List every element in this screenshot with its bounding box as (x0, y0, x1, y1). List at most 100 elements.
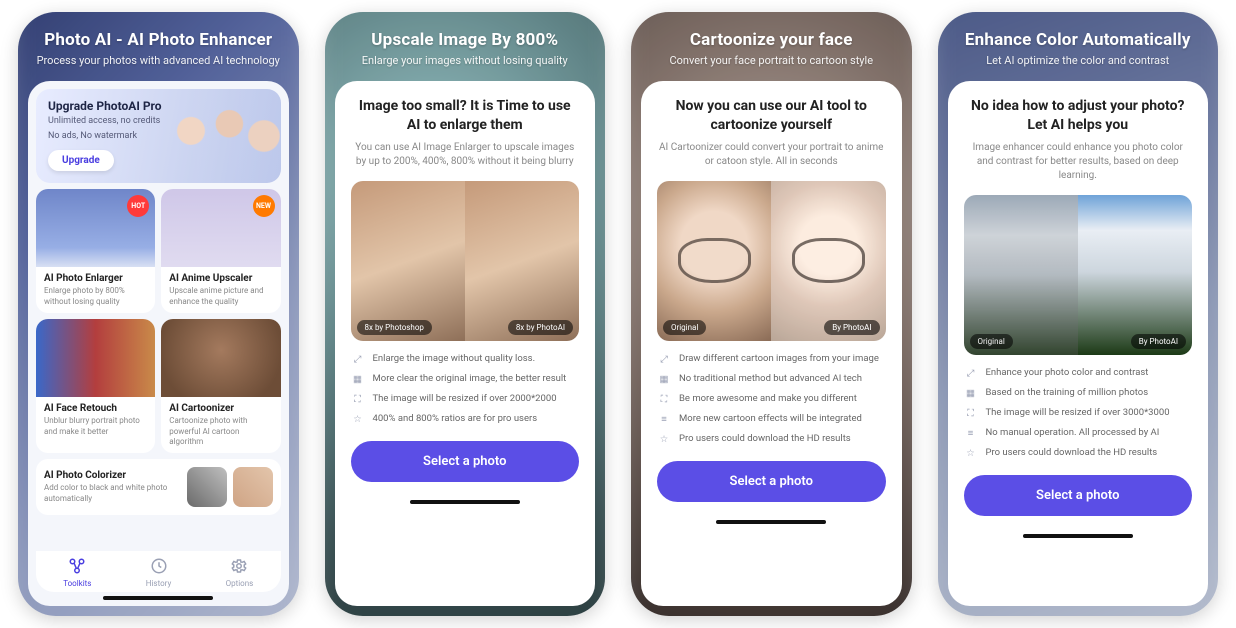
comparison-image: 8x by Photoshop 8x by PhotoAI (351, 181, 580, 341)
screenshot-2: Upscale Image By 800% Enlarge your image… (325, 12, 606, 616)
image-icon: ▦ (657, 373, 671, 387)
tab-history[interactable]: History (146, 557, 171, 588)
resize-icon: ⛶ (657, 393, 671, 407)
expand-icon: ⤢ (657, 353, 671, 367)
hero-header: Photo AI - AI Photo Enhancer Process you… (18, 12, 299, 81)
star-icon: ☆ (351, 413, 365, 427)
hero-subtitle: Convert your face portrait to cartoon st… (649, 54, 894, 67)
feature-cards-grid: HOT AI Photo Enlarger Enlarge photo by 8… (36, 189, 281, 453)
tab-toolkits[interactable]: Toolkits (63, 557, 91, 588)
card-sub: Cartoonize photo with powerful AI cartoo… (161, 416, 280, 447)
resize-icon: ⛶ (351, 393, 365, 407)
bullet-item: ☆Pro users could download the HD results (657, 433, 886, 447)
card-sub: Upscale anime picture and enhance the qu… (161, 286, 280, 307)
home-indicator (1023, 534, 1133, 538)
hero-title: Upscale Image By 800% (343, 30, 588, 50)
hero-header: Upscale Image By 800% Enlarge your image… (325, 12, 606, 81)
hero-subtitle: Let AI optimize the color and contrast (956, 54, 1201, 67)
app-screenshot-gallery: Photo AI - AI Photo Enhancer Process you… (0, 0, 1236, 628)
promo-people-image (159, 89, 280, 183)
card-thumb (36, 319, 155, 397)
star-icon: ☆ (657, 433, 671, 447)
upgrade-button[interactable]: Upgrade (48, 150, 114, 171)
card-face-retouch[interactable]: AI Face Retouch Unblur blurry portrait p… (36, 319, 155, 453)
bullet-item: ▦No traditional method but advanced AI t… (657, 373, 886, 387)
screen-body: Image too small? It is Time to use AI to… (335, 81, 596, 606)
feature-sub: You can use AI Image Enlarger to upscale… (351, 141, 580, 169)
compare-right-label: By PhotoAI (824, 320, 879, 335)
card-cartoonizer[interactable]: AI Cartoonizer Cartoonize photo with pow… (161, 319, 280, 453)
image-icon: ▦ (351, 373, 365, 387)
select-photo-button[interactable]: Select a photo (351, 441, 580, 482)
compare-right: 8x by PhotoAI (465, 181, 579, 341)
screenshot-4: Enhance Color Automatically Let AI optim… (938, 12, 1219, 616)
bottom-tab-bar: Toolkits History Options (36, 551, 281, 592)
bullet-item: ▦More clear the original image, the bett… (351, 373, 580, 387)
compare-left-label: Original (970, 334, 1013, 349)
bullet-item: ☆Pro users could download the HD results (964, 447, 1193, 461)
tab-options[interactable]: Options (226, 557, 254, 588)
bullet-item: ⛶The image will be resized if over 3000*… (964, 407, 1193, 421)
bullet-item: ⤢Enhance your photo color and contrast (964, 367, 1193, 381)
screenshot-1: Photo AI - AI Photo Enhancer Process you… (18, 12, 299, 616)
card-title: AI Face Retouch (36, 397, 155, 416)
compare-right: By PhotoAI (1078, 195, 1192, 355)
screen-body: Upgrade PhotoAI Pro Unlimited access, no… (28, 81, 289, 606)
card-title: AI Photo Enlarger (36, 267, 155, 286)
card-photo-colorizer[interactable]: AI Photo Colorizer Add color to black an… (36, 459, 281, 515)
compare-right-label: By PhotoAI (1131, 334, 1186, 349)
bullet-item: ⛶The image will be resized if over 2000*… (351, 393, 580, 407)
tab-label: History (146, 579, 171, 588)
upgrade-promo-card[interactable]: Upgrade PhotoAI Pro Unlimited access, no… (36, 89, 281, 183)
feature-title: Image too small? It is Time to use AI to… (351, 97, 580, 135)
compare-left: 8x by Photoshop (351, 181, 465, 341)
bullet-item: ⛶Be more awesome and make you different (657, 393, 886, 407)
history-icon (150, 557, 168, 577)
home-indicator (716, 520, 826, 524)
home-indicator (410, 500, 520, 504)
card-thumb (161, 319, 280, 397)
compare-left-label: 8x by Photoshop (357, 320, 432, 335)
screen-body: Now you can use our AI tool to cartooniz… (641, 81, 902, 606)
feature-title: No idea how to adjust your photo? Let AI… (964, 97, 1193, 135)
select-photo-button[interactable]: Select a photo (964, 475, 1193, 516)
feature-sub: AI Cartoonizer could convert your portra… (657, 141, 886, 169)
feature-bullets: ⤢Draw different cartoon images from your… (657, 353, 886, 447)
compare-left: Original (964, 195, 1078, 355)
tab-label: Toolkits (63, 579, 91, 588)
comparison-image: Original By PhotoAI (964, 195, 1193, 355)
resize-icon: ⛶ (964, 407, 978, 421)
expand-icon: ⤢ (964, 367, 978, 381)
card-photo-enlarger[interactable]: HOT AI Photo Enlarger Enlarge photo by 8… (36, 189, 155, 313)
bullet-item: ☆400% and 800% ratios are for pro users (351, 413, 580, 427)
feature-bullets: ⤢Enhance your photo color and contrast ▦… (964, 367, 1193, 461)
toolkits-icon (68, 557, 86, 577)
feature-card: No idea how to adjust your photo? Let AI… (948, 81, 1209, 606)
feature-title: Now you can use our AI tool to cartooniz… (657, 97, 886, 135)
select-photo-button[interactable]: Select a photo (657, 461, 886, 502)
star-icon: ☆ (964, 447, 978, 461)
feature-card: Now you can use our AI tool to cartooniz… (641, 81, 902, 606)
compare-left: Original (657, 181, 771, 341)
new-badge-icon: NEW (253, 195, 275, 217)
bullet-item: ≡No manual operation. All processed by A… (964, 427, 1193, 441)
compare-right-label: 8x by PhotoAI (508, 320, 573, 335)
sliders-icon: ≡ (964, 427, 978, 441)
card-anime-upscaler[interactable]: NEW AI Anime Upscaler Upscale anime pict… (161, 189, 280, 313)
bullet-item: ▦Based on the training of million photos (964, 387, 1193, 401)
card-sub: Unblur blurry portrait photo and make it… (36, 416, 155, 437)
home-indicator (103, 596, 213, 600)
hero-header: Cartoonize your face Convert your face p… (631, 12, 912, 81)
compare-right: By PhotoAI (771, 181, 885, 341)
hero-subtitle: Enlarge your images without losing quali… (343, 54, 588, 67)
hero-subtitle: Process your photos with advanced AI tec… (36, 54, 281, 67)
sliders-icon: ≡ (657, 413, 671, 427)
hero-header: Enhance Color Automatically Let AI optim… (938, 12, 1219, 81)
feature-sub: Image enhancer could enhance you photo c… (964, 141, 1193, 183)
hero-title: Cartoonize your face (649, 30, 894, 50)
compare-left-label: Original (663, 320, 706, 335)
before-thumb (187, 467, 227, 507)
screenshot-3: Cartoonize your face Convert your face p… (631, 12, 912, 616)
feature-bullets: ⤢Enlarge the image without quality loss.… (351, 353, 580, 427)
card-title: AI Photo Colorizer (44, 470, 181, 481)
